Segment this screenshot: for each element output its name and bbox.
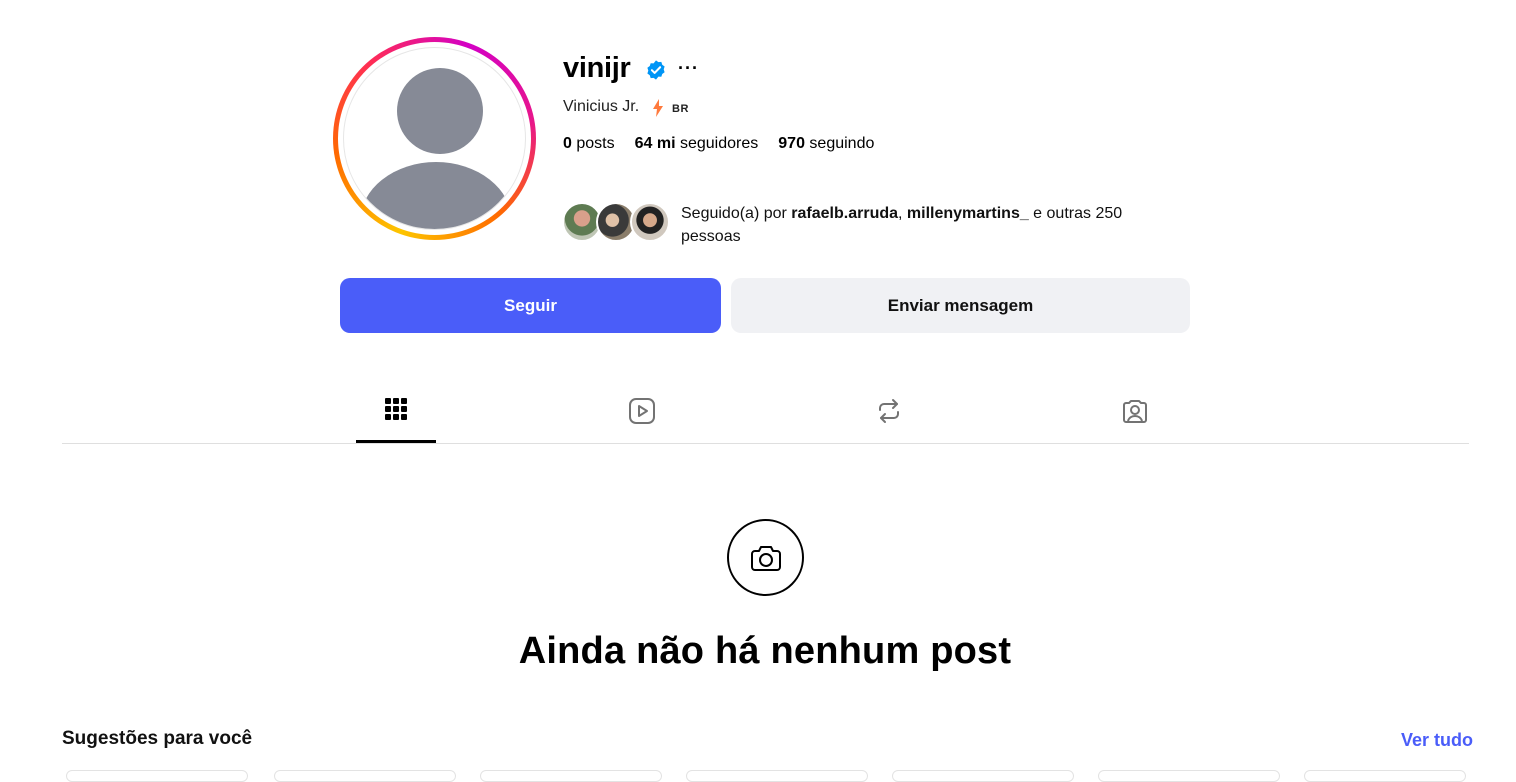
tabs-divider [62, 443, 1469, 444]
country-code: BR [672, 103, 689, 115]
verified-badge-icon [647, 60, 665, 80]
grid-icon [385, 398, 407, 420]
more-options-button[interactable]: ··· [678, 58, 699, 79]
profile-avatar-ring[interactable] [333, 37, 536, 240]
suggestions-title: Sugestões para você [62, 728, 253, 749]
profile-username: vinijr [563, 52, 631, 84]
tab-tagged[interactable] [1095, 396, 1175, 442]
mutual-followers-avatars[interactable] [562, 202, 674, 244]
see-all-link[interactable]: Ver tudo [1401, 730, 1473, 751]
profile-stats: 0 posts 64 mi seguidores 970 seguindo [563, 135, 874, 153]
tagged-icon [1123, 400, 1147, 423]
lightning-icon [653, 99, 663, 117]
camera-icon [727, 519, 804, 596]
avatar-placeholder-body [360, 162, 512, 229]
avatar [343, 47, 526, 230]
following-link[interactable]: 970 seguindo [778, 135, 874, 153]
reels-icon [629, 398, 655, 424]
mutual-follower-link[interactable]: millenymartins_ [907, 205, 1029, 222]
tab-reels[interactable] [602, 396, 682, 442]
follow-button[interactable]: Seguir [340, 278, 721, 333]
profile-full-name: Vinicius Jr. [563, 98, 640, 115]
posts-count: 0 posts [563, 135, 615, 152]
reposts-icon [879, 399, 899, 423]
send-message-button[interactable]: Enviar mensagem [731, 278, 1190, 333]
camera-glyph-icon [750, 545, 781, 571]
mutual-follower-link[interactable]: rafaelb.arruda [791, 205, 898, 222]
avatar-border [338, 42, 531, 235]
avatar-placeholder-head [397, 68, 483, 154]
mutual-follower-avatar [630, 202, 670, 242]
followers-link[interactable]: 64 mi seguidores [635, 135, 759, 153]
followed-by-text[interactable]: Seguido(a) por rafaelb.arruda, millenyma… [681, 202, 1161, 248]
tab-reposts[interactable] [849, 396, 929, 442]
empty-state-title: Ainda não há nenhum post [518, 630, 1012, 672]
tab-posts[interactable] [356, 396, 436, 442]
